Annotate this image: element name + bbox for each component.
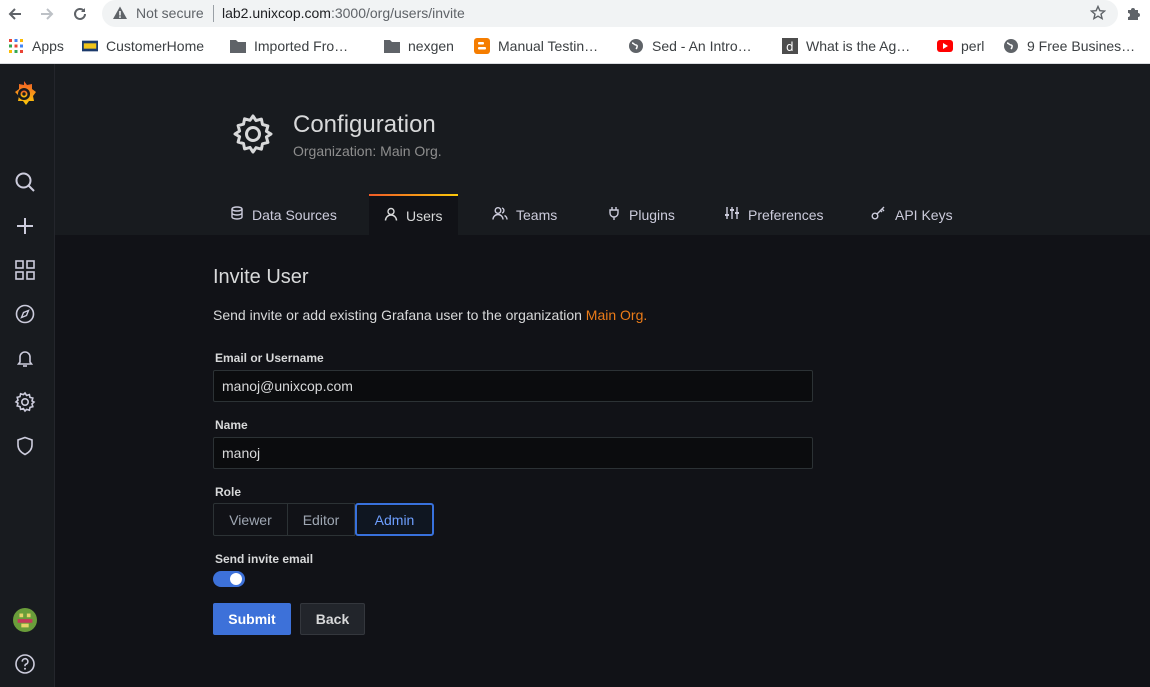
configuration-gear-icon <box>231 112 275 161</box>
grafana-logo-icon[interactable] <box>9 79 39 109</box>
email-label: Email or Username <box>215 351 324 365</box>
avatar[interactable] <box>13 608 37 632</box>
toggle-knob <box>230 573 242 585</box>
role-viewer-option[interactable]: Viewer <box>213 503 288 536</box>
name-field[interactable] <box>213 437 813 469</box>
bookmark-label: Sed - An Intro… <box>652 38 752 54</box>
tab-api-keys[interactable]: API Keys <box>871 194 953 235</box>
plug-icon <box>607 206 621 223</box>
youtube-icon <box>937 38 953 54</box>
bookmark-manual-testing[interactable]: Manual Testin… <box>474 37 598 55</box>
folder-icon <box>384 38 400 54</box>
tab-label: Data Sources <box>252 206 337 223</box>
tab-plugins[interactable]: Plugins <box>607 194 675 235</box>
sliders-icon <box>724 206 740 223</box>
bookmark-label: Manual Testin… <box>498 38 599 54</box>
bookmark-label: 9 Free Busines… <box>1027 38 1136 54</box>
back-button[interactable]: Back <box>300 603 365 635</box>
tab-label: Preferences <box>748 206 824 223</box>
send-invite-label: Send invite email <box>215 552 314 566</box>
users-icon <box>492 206 508 223</box>
tab-data-sources[interactable]: Data Sources <box>230 194 337 235</box>
page-title: Configuration <box>293 111 436 138</box>
url-text[interactable]: lab2.unixcop.com:3000/org/users/invite <box>222 5 465 21</box>
bookmark-apps[interactable]: Apps <box>8 37 64 55</box>
send-invite-toggle[interactable] <box>213 571 245 587</box>
tab-label: Users <box>406 207 443 224</box>
bookmark-star-icon[interactable] <box>1089 4 1107 26</box>
bookmark-customerhome[interactable]: CustomerHome <box>82 37 204 55</box>
database-icon <box>230 206 244 223</box>
shield-icon[interactable] <box>13 434 37 458</box>
globe-icon <box>628 38 644 54</box>
security-label: Not secure <box>136 5 204 21</box>
help-icon[interactable] <box>13 652 37 676</box>
org-name-link[interactable]: Main Org. <box>586 307 647 323</box>
browser-toolbar: Not secure lab2.unixcop.com:3000/org/use… <box>0 0 1150 28</box>
bookmark-perl[interactable]: perl <box>937 37 984 55</box>
back-arrow-icon[interactable] <box>5 4 25 24</box>
role-editor-option[interactable]: Editor <box>288 503 355 536</box>
description-text: Send invite or add existing Grafana user… <box>213 307 586 323</box>
tab-preferences[interactable]: Preferences <box>724 194 823 235</box>
bookmarks-bar: Apps CustomerHome Imported Fro… nexgen M… <box>0 28 1150 64</box>
sidebar <box>0 64 55 687</box>
warning-icon[interactable] <box>112 5 128 26</box>
forward-arrow-icon[interactable] <box>37 4 57 24</box>
apps-grid-icon <box>8 38 24 54</box>
d-icon: d <box>782 38 798 54</box>
key-icon <box>871 206 887 223</box>
dashboards-grid-icon[interactable] <box>13 258 37 282</box>
svg-text:d: d <box>786 40 794 54</box>
role-selector: Viewer Editor Admin <box>213 503 434 536</box>
blogger-icon <box>474 38 490 54</box>
email-field[interactable] <box>213 370 813 402</box>
bookmark-label: What is the Ag… <box>806 38 911 54</box>
tab-users[interactable]: Users <box>369 194 458 235</box>
user-icon <box>384 207 398 224</box>
tab-teams[interactable]: Teams <box>492 194 557 235</box>
reload-icon[interactable] <box>70 4 90 24</box>
folder-icon <box>230 38 246 54</box>
name-label: Name <box>215 418 248 432</box>
bookmark-label: CustomerHome <box>106 38 205 54</box>
address-separator <box>213 5 214 22</box>
bookmark-label: perl <box>961 38 985 54</box>
invite-description: Send invite or add existing Grafana user… <box>213 307 647 323</box>
bookmark-what-is[interactable]: d What is the Ag… <box>782 37 910 55</box>
bookmark-label: nexgen <box>408 38 454 54</box>
globe-icon <box>1003 38 1019 54</box>
tab-label: Teams <box>516 206 558 223</box>
bookmark-imported[interactable]: Imported Fro… <box>230 37 348 55</box>
gear-icon[interactable] <box>13 390 37 414</box>
bookmark-label: Apps <box>32 38 64 54</box>
address-bar[interactable]: Not secure lab2.unixcop.com:3000/org/use… <box>102 0 1118 27</box>
url-host: lab2.unixcop.com <box>222 5 331 21</box>
search-icon[interactable] <box>13 170 37 194</box>
bookmark-sed[interactable]: Sed - An Intro… <box>628 37 752 55</box>
bookmark-nexgen[interactable]: nexgen <box>384 37 454 55</box>
page-subtitle: Organization: Main Org. <box>293 143 442 159</box>
compass-icon[interactable] <box>13 302 37 326</box>
bookmark-label: Imported Fro… <box>254 38 349 54</box>
role-admin-option[interactable]: Admin <box>355 503 434 536</box>
extensions-puzzle-icon[interactable] <box>1125 4 1143 27</box>
customer-home-icon <box>82 38 98 54</box>
submit-button[interactable]: Submit <box>213 603 291 635</box>
role-label: Role <box>215 485 242 499</box>
bookmark-free-business[interactable]: 9 Free Busines… <box>1003 37 1135 55</box>
bell-icon[interactable] <box>13 346 37 370</box>
tab-label: Plugins <box>629 206 675 223</box>
url-path: :3000/org/users/invite <box>330 5 465 21</box>
tab-label: API Keys <box>895 206 953 223</box>
invite-user-heading: Invite User <box>213 266 309 288</box>
page-header: Configuration Organization: Main Org. Da… <box>55 64 1150 235</box>
plus-icon[interactable] <box>13 214 37 238</box>
